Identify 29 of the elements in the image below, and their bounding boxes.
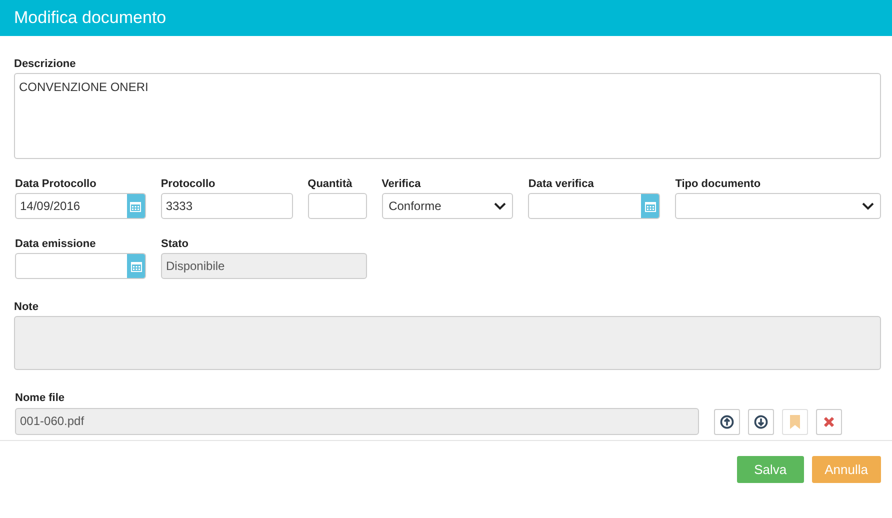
dialog-title: Modifica documento [14, 8, 166, 28]
select-field[interactable] [675, 193, 881, 219]
description-field[interactable]: CONVENZIONE ONERI [14, 73, 881, 159]
field-label: Data emissione [15, 238, 96, 250]
chevron-down-icon [862, 202, 874, 210]
calendar-icon[interactable] [641, 194, 660, 218]
text-field[interactable]: 3333 [160, 193, 293, 219]
calendar-icon[interactable] [126, 194, 145, 218]
field-label: Protocollo [160, 178, 216, 190]
close-icon [823, 416, 835, 428]
field-label: Descrizione [14, 58, 76, 70]
bookmark-icon [790, 415, 800, 429]
select-field[interactable]: Conforme [382, 193, 514, 219]
date-field[interactable] [528, 193, 660, 219]
date-field[interactable] [15, 253, 146, 279]
field-label: Tipo documento [675, 178, 761, 190]
download-icon [754, 415, 768, 429]
field-label: Nome file [15, 392, 65, 404]
calendar-icon[interactable] [127, 254, 145, 278]
upload-icon [720, 415, 734, 429]
date-field[interactable]: 14/09/2016 [15, 193, 146, 219]
field-label: Data verifica [528, 178, 594, 190]
field-label: Quantità [308, 178, 352, 190]
field-label: Note [14, 301, 38, 313]
field-label: Stato [161, 238, 188, 250]
text-field[interactable] [308, 193, 367, 219]
chevron-down-icon [494, 202, 506, 210]
field-label: Verifica [382, 178, 421, 190]
field-label: Data Protocollo [15, 178, 96, 190]
